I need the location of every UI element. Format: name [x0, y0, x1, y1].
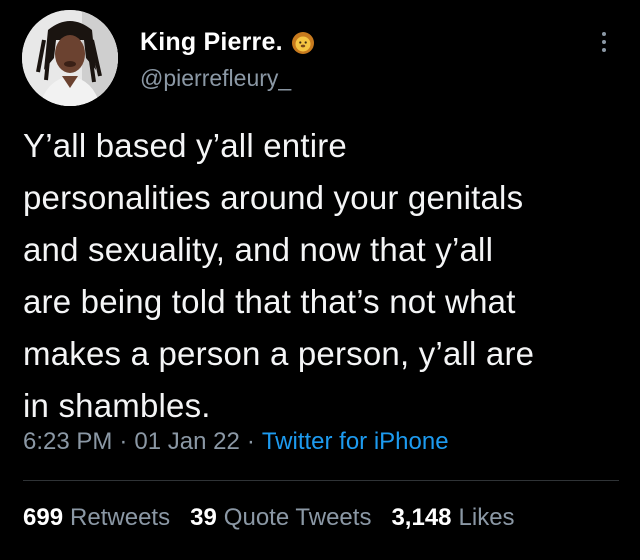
tweet-date[interactable]: 01 Jan 22 — [134, 428, 239, 456]
divider — [23, 480, 619, 481]
tweet-header: King Pierre. @pierrefleury_ — [22, 10, 622, 110]
quote-tweets-stat[interactable]: 39 Quote Tweets — [190, 504, 371, 532]
tweet-stats: 699 Retweets 39 Quote Tweets 3,148 Likes — [23, 504, 535, 532]
likes-stat[interactable]: 3,148 Likes — [391, 504, 514, 532]
meta-separator: · — [246, 428, 255, 455]
author-name-row: King Pierre. — [140, 28, 315, 57]
tweet-source-link[interactable]: Twitter for iPhone — [262, 428, 449, 456]
author-handle[interactable]: @pierrefleury_ — [140, 65, 291, 92]
avatar-image — [22, 10, 118, 106]
quote-tweets-count: 39 — [190, 504, 217, 531]
avatar[interactable] — [22, 10, 118, 106]
lion-emoji-icon — [291, 31, 315, 55]
more-options-icon[interactable] — [596, 28, 612, 62]
tweet-meta: 6:23 PM · 01 Jan 22 · Twitter for iPhone — [23, 428, 449, 456]
meta-separator: · — [119, 428, 128, 455]
likes-label: Likes — [458, 504, 515, 531]
tweet-time[interactable]: 6:23 PM — [23, 428, 112, 456]
retweets-label: Retweets — [70, 504, 171, 531]
tweet-text: Y’all based y’all entire personalities a… — [23, 127, 535, 424]
retweets-count: 699 — [23, 504, 64, 531]
retweets-stat[interactable]: 699 Retweets — [23, 504, 170, 532]
quote-tweets-label: Quote Tweets — [223, 504, 372, 531]
likes-count: 3,148 — [391, 504, 452, 531]
author-display-name[interactable]: King Pierre. — [140, 28, 283, 57]
